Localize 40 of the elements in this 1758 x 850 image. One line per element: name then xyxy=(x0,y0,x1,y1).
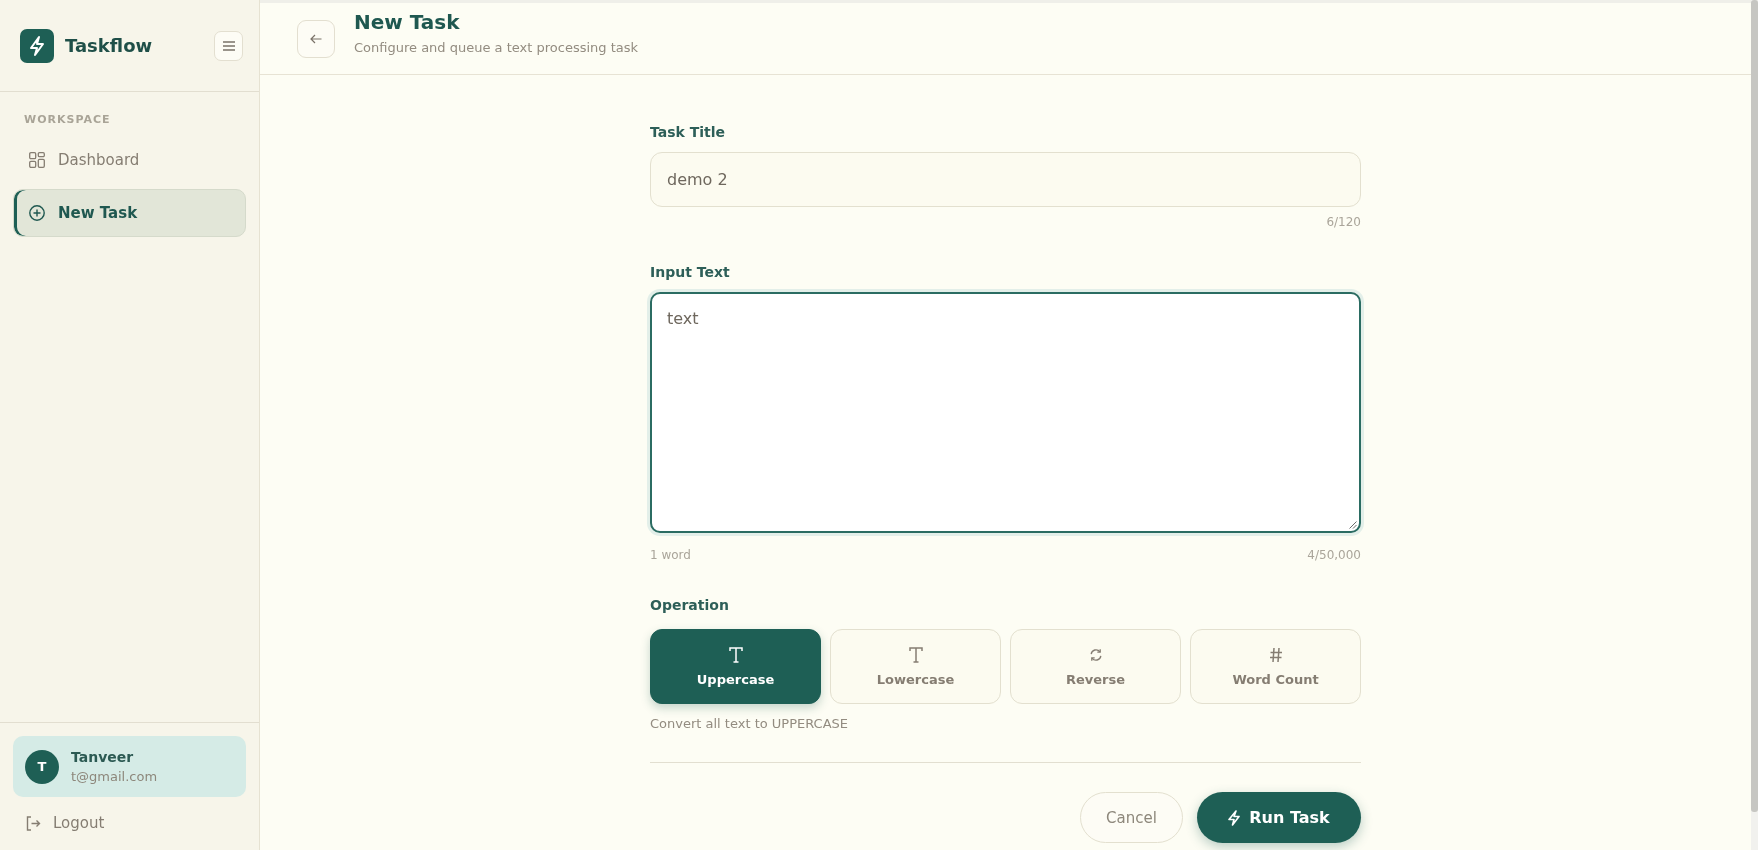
character-counter: 6/120 xyxy=(1326,215,1361,229)
sidebar-item[interactable]: New Task xyxy=(13,189,246,237)
logout-icon xyxy=(26,815,41,831)
resize-grip-icon xyxy=(1349,521,1357,529)
user-avatar: T xyxy=(25,749,59,784)
operation-option[interactable]: Reverse xyxy=(1010,629,1181,704)
menu-button[interactable] xyxy=(214,30,243,61)
operation-option[interactable]: Lowercase xyxy=(830,629,1001,704)
brand-name: Taskflow xyxy=(65,35,154,56)
page-subtitle: Configure and queue a text processing task xyxy=(354,40,639,55)
text-icon xyxy=(908,646,923,663)
back-button[interactable] xyxy=(297,19,335,58)
plus-circle-icon xyxy=(29,205,45,221)
operation-description: Convert all text to UPPERCASE xyxy=(650,715,850,733)
menu-icon xyxy=(222,40,235,51)
run-task-button[interactable]: Run Task xyxy=(1197,792,1361,843)
sidebar-item[interactable]: Dashboard xyxy=(13,136,246,184)
field-label: Operation xyxy=(650,596,730,614)
user-name: Tanveer xyxy=(71,749,135,765)
page-title: New Task xyxy=(354,10,461,34)
text-icon xyxy=(728,646,743,663)
word-count: 1 word xyxy=(650,548,691,562)
refresh-icon xyxy=(1088,646,1103,663)
task-title-field[interactable]: demo 2 xyxy=(650,152,1361,207)
section-label: WORKSPACE xyxy=(24,113,112,126)
operation-option[interactable]: Word Count xyxy=(1190,629,1361,704)
back-arrow-icon xyxy=(310,33,322,44)
field-label: Input Text xyxy=(650,263,731,281)
grid-icon xyxy=(29,152,45,168)
cancel-button[interactable]: Cancel xyxy=(1080,792,1183,843)
operation-option[interactable]: Uppercase xyxy=(650,629,821,704)
hash-icon xyxy=(1268,646,1283,663)
user-email: t@gmail.com xyxy=(71,769,158,784)
character-counter: 4/50,000 xyxy=(1307,548,1361,562)
logout-button[interactable]: Logout xyxy=(13,810,109,836)
field-label: Task Title xyxy=(650,123,727,141)
bolt-logo-icon xyxy=(20,28,54,63)
bolt-icon xyxy=(1228,809,1241,826)
scrollbar[interactable] xyxy=(1751,0,1758,812)
input-text-area[interactable]: text xyxy=(650,292,1361,533)
